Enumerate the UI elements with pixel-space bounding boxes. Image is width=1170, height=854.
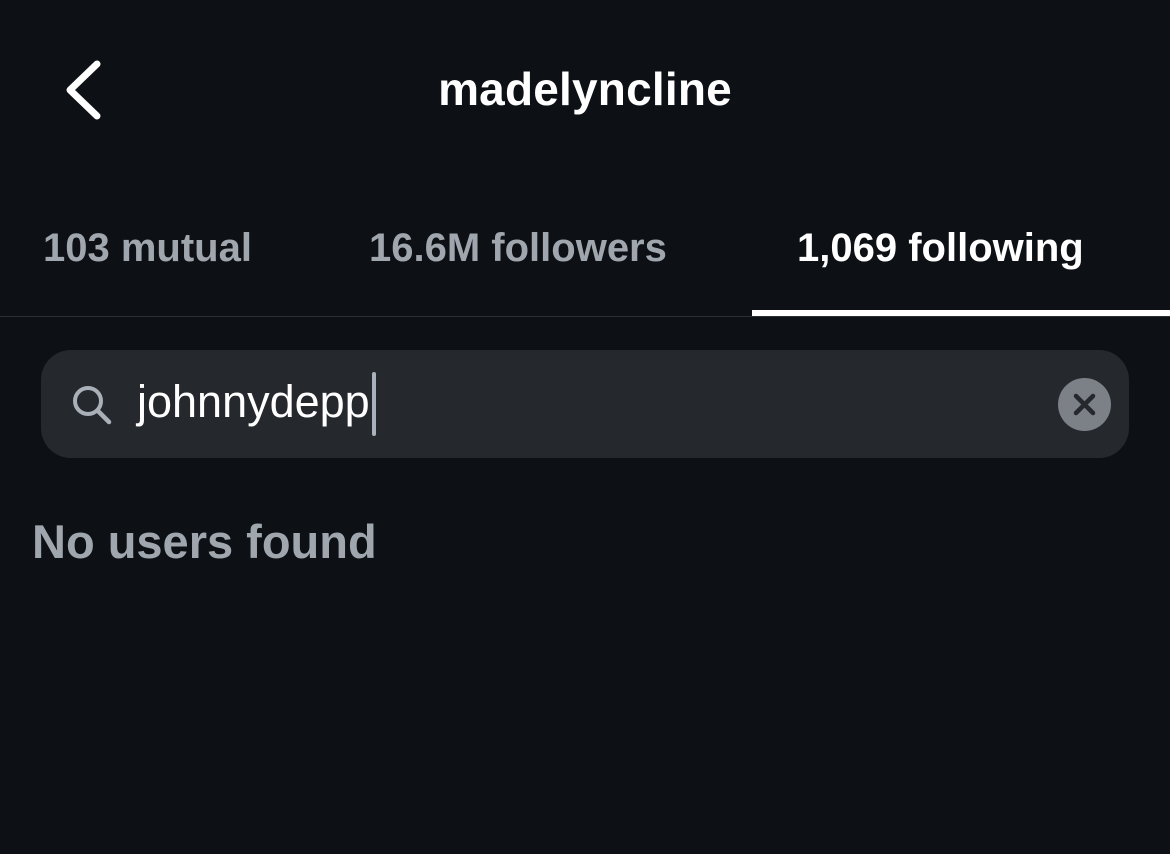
tab-mutual[interactable]: 103 mutual — [43, 226, 252, 271]
header: madelyncline — [0, 0, 1170, 180]
text-cursor — [371, 372, 376, 436]
tab-following[interactable]: 1,069 following — [797, 226, 1084, 271]
empty-state-message: No users found — [32, 515, 377, 568]
tabs-divider — [0, 316, 1170, 317]
clear-search-button[interactable] — [1058, 378, 1111, 431]
following-search-screen: madelyncline 103 mutual 16.6M followers … — [0, 0, 1170, 854]
tab-followers[interactable]: 16.6M followers — [369, 226, 667, 271]
clear-icon — [1073, 393, 1096, 416]
tab-bar: 103 mutual 16.6M followers 1,069 followi… — [0, 190, 1170, 318]
page-title: madelyncline — [438, 63, 732, 115]
search-icon — [73, 386, 112, 425]
search-input[interactable]: johnnydepp — [137, 376, 370, 428]
